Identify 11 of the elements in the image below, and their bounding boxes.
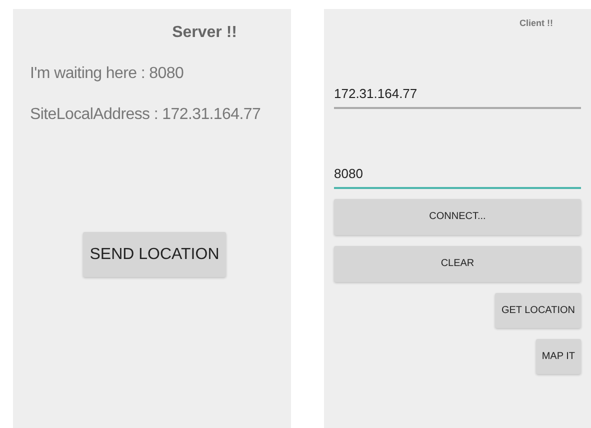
action-button[interactable]: GET LOCATION [495,292,581,328]
action-button[interactable]: MAP IT [536,338,581,374]
action-button[interactable]: CLEAR [334,246,581,282]
send-location-button[interactable]: SEND LOCATION [83,232,226,277]
screen-title: Client !! [520,17,553,30]
status-text: I'm waiting here : 8080 [30,65,184,82]
input-field[interactable]: 8080 [334,160,581,188]
action-button[interactable]: CONNECT... [334,198,581,234]
screen-title: Server !! [172,23,237,43]
input-field[interactable]: 172.31.164.77 [334,80,581,108]
status-text: SiteLocalAddress : 172.31.164.77 [30,106,261,123]
